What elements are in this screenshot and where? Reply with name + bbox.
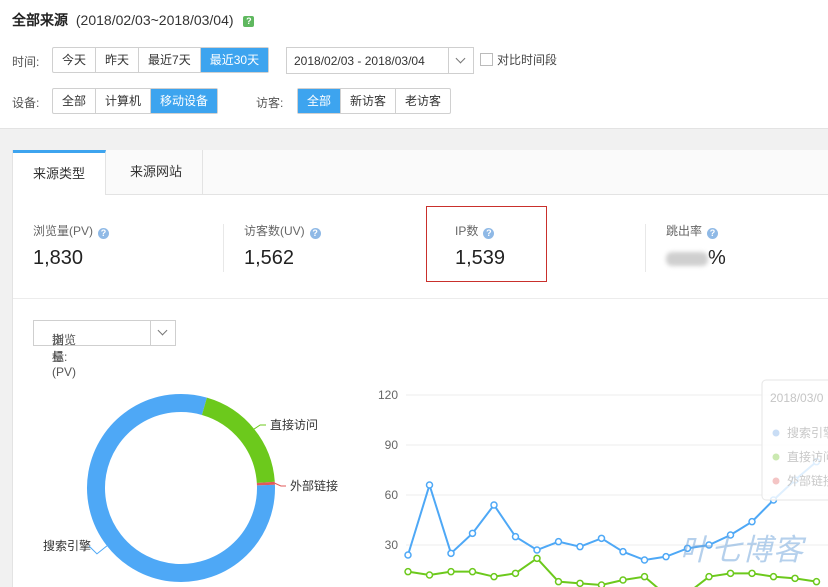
date-range-dropdown[interactable]: [448, 48, 473, 73]
tab-source-type[interactable]: 来源类型: [13, 150, 107, 195]
compare-checkbox[interactable]: [480, 53, 493, 66]
chevron-down-icon: [455, 53, 466, 64]
device-option-2[interactable]: 移动设备: [151, 89, 218, 113]
indicator-value: 浏览量(PV): [52, 333, 77, 379]
divider: [645, 224, 646, 272]
filter-bar: 全部来源 (2018/02/03~2018/03/04) ? 时间: 今天 昨天最…: [0, 0, 828, 129]
time-option-1[interactable]: 昨天: [96, 48, 140, 72]
compare-label: 对比时间段: [497, 53, 558, 67]
visitor-option-1[interactable]: 新访客: [341, 89, 397, 113]
time-option-2[interactable]: 最近7天: [139, 48, 201, 72]
help-icon[interactable]: ?: [707, 228, 719, 239]
help-icon[interactable]: ?: [309, 228, 321, 239]
metric-bounce: 跳出率? %: [666, 222, 726, 270]
visitor-button-group: 全部 新访客 老访客: [297, 88, 452, 114]
tab-source-site[interactable]: 来源网站: [110, 150, 204, 194]
watermark: 叶七博客: [680, 534, 804, 567]
time-option-3[interactable]: 最近30天: [200, 48, 269, 72]
title-range: (2018/02/03~2018/03/04): [75, 12, 234, 28]
device-option-0[interactable]: 全部: [53, 89, 97, 113]
metric-value: %: [708, 247, 726, 269]
date-range-value: 2018/02/03 - 2018/03/04: [294, 54, 425, 68]
help-icon[interactable]: ?: [98, 228, 110, 239]
metric-value: 1,830: [33, 247, 84, 269]
visitor-option-2[interactable]: 老访客: [396, 89, 450, 113]
metric-label: 浏览量(PV): [33, 224, 94, 238]
page-title: 全部来源 (2018/02/03~2018/03/04) ?: [12, 10, 255, 30]
device-label: 设备:: [12, 96, 40, 110]
report-panel: 来源类型 来源网站 浏览量(PV)? 1,830 访客数(UV)? 1,562 …: [12, 150, 828, 587]
divider: [223, 224, 224, 272]
visitor-label: 访客:: [256, 96, 284, 110]
time-option-0[interactable]: 今天: [53, 48, 97, 72]
date-range-picker[interactable]: 2018/02/03 - 2018/03/04: [286, 47, 474, 74]
time-button-group: 今天 昨天 最近7天 最近30天: [52, 47, 270, 73]
chevron-down-icon: [157, 325, 168, 336]
metric-label: 访客数(UV): [244, 224, 305, 238]
metric-value: 1,562: [244, 247, 295, 269]
indicator-select[interactable]: 指标: 浏览量(PV): [33, 320, 176, 379]
metric-pv: 浏览量(PV)? 1,830: [33, 222, 110, 270]
tab-bar: 来源类型 来源网站: [13, 150, 828, 195]
help-icon[interactable]: ?: [243, 16, 255, 27]
ip-highlight-box: [426, 206, 547, 282]
time-label: 时间:: [12, 55, 40, 69]
visitor-option-0[interactable]: 全部: [298, 89, 342, 113]
device-button-group: 全部 计算机 移动设备: [52, 88, 219, 114]
blurred-value: [666, 251, 708, 266]
divider: [13, 298, 828, 299]
indicator-dropdown[interactable]: [150, 321, 175, 345]
metric-label: 跳出率: [666, 224, 703, 238]
metric-uv: 访客数(UV)? 1,562: [244, 222, 321, 270]
title-text: 全部来源: [12, 12, 68, 28]
device-option-1[interactable]: 计算机: [96, 89, 152, 113]
